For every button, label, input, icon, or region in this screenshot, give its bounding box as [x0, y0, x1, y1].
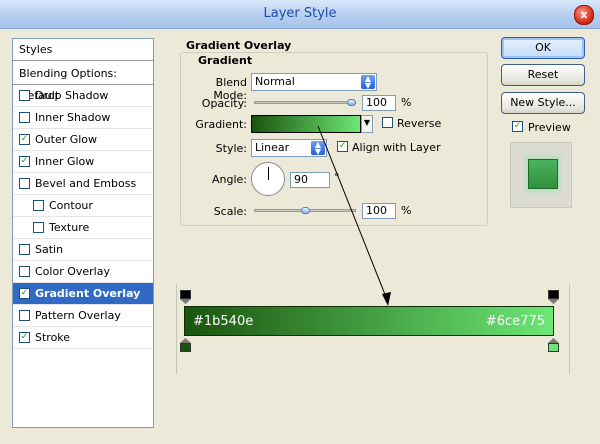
annotation-arrow: [317, 125, 391, 306]
layer-style-dialog: Layer Style x Styles Blending Options: D…: [0, 0, 600, 444]
